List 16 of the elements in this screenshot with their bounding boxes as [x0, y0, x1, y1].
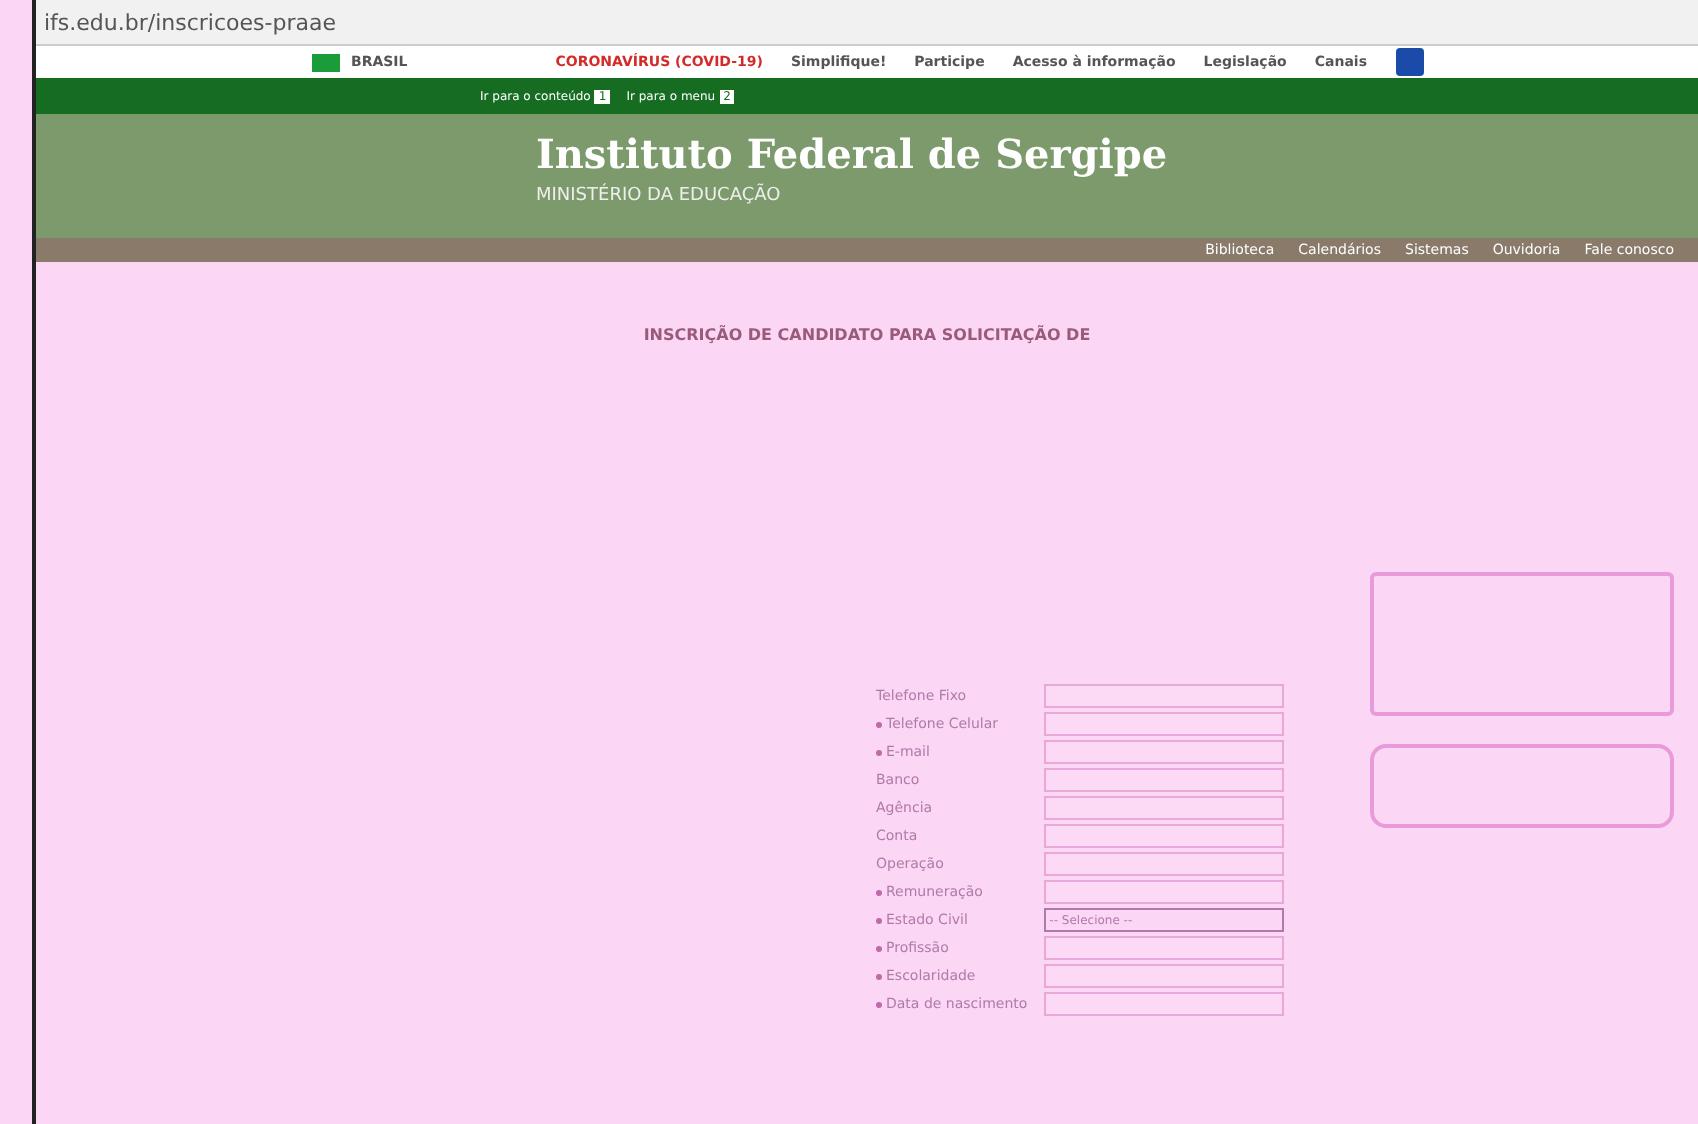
input-field[interactable]	[1043, 712, 1284, 736]
site-subtitle: MINISTÉRIO DA EDUCAÇÃO	[536, 186, 783, 206]
input-field[interactable]	[1043, 824, 1284, 848]
input-field[interactable]	[1043, 964, 1284, 988]
input-field[interactable]	[1043, 684, 1284, 708]
address-bar[interactable]: ifs.edu.br/inscricoes-praae	[36, 0, 1698, 46]
input-field[interactable]	[1043, 880, 1284, 904]
input-field[interactable]	[1043, 768, 1284, 792]
input-field[interactable]	[1043, 992, 1284, 1016]
input-field[interactable]	[1043, 936, 1284, 960]
input-field[interactable]	[1043, 740, 1284, 764]
accessibility-icon[interactable]	[1395, 48, 1423, 76]
flag-icon	[311, 53, 339, 71]
input-field[interactable]	[1043, 796, 1284, 820]
input-field[interactable]	[1043, 852, 1284, 876]
page-title: INSCRIÇÃO DE CANDIDATO PARA SOLICITAÇÃO DE	[643, 326, 1091, 344]
